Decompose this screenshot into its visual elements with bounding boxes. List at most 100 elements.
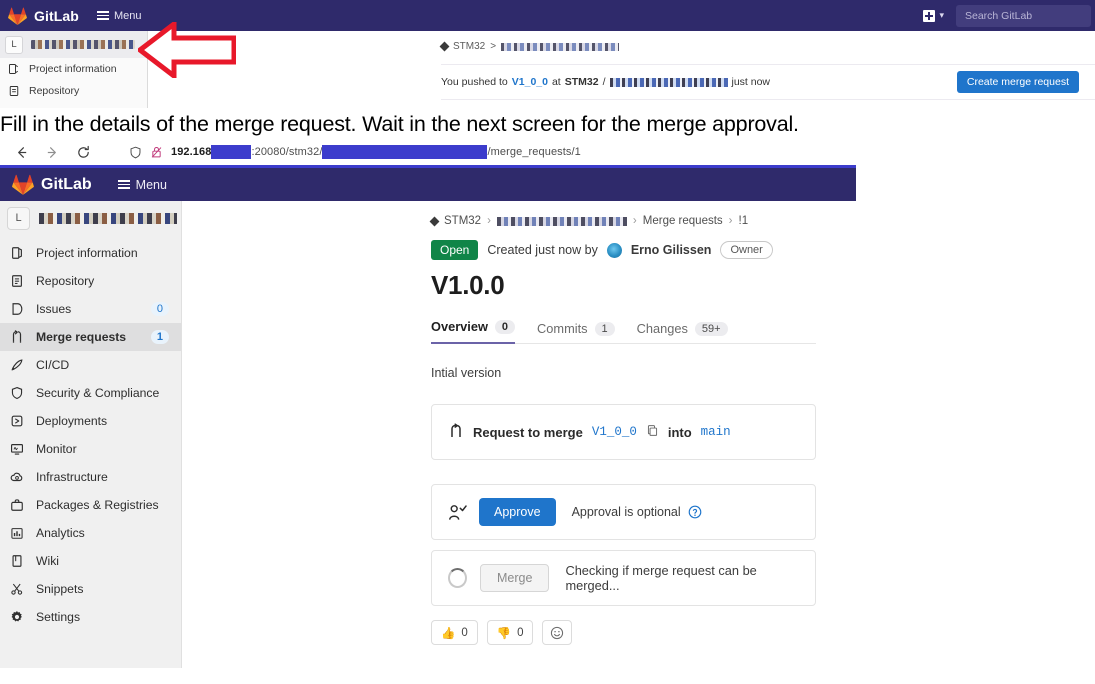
merge-request-content: STM32 › › Merge requests › !1 Open Creat…: [183, 201, 856, 684]
top-sidebar-item-project-information[interactable]: Project information: [0, 58, 147, 80]
thumbs-down-button[interactable]: 👎 0: [486, 620, 534, 645]
back-arrow-icon[interactable]: [14, 145, 29, 160]
author-name[interactable]: Erno Gilissen: [631, 243, 712, 257]
sidebar-item-repository[interactable]: Repository: [0, 267, 181, 295]
gitlab-wordmark: GitLab: [34, 7, 79, 24]
tab-count: 0: [494, 319, 516, 334]
push-at: at: [551, 76, 561, 88]
push-project[interactable]: STM32: [565, 76, 599, 88]
repository-icon: [9, 274, 25, 288]
avatar[interactable]: [606, 242, 622, 258]
gitlab-fox-icon: [12, 174, 34, 195]
project-information-icon: [9, 246, 25, 260]
breadcrumb-section[interactable]: Merge requests: [643, 215, 723, 227]
instruction-caption: Fill in the details of the merge request…: [0, 112, 799, 136]
merge-button[interactable]: Merge: [480, 564, 550, 592]
merge-request-icon: [448, 422, 464, 442]
top-navbar-right: ▾ Search GitLab: [923, 0, 1095, 31]
created-text: Created just now by: [487, 243, 598, 257]
add-reaction-button[interactable]: [542, 620, 573, 645]
source-branch[interactable]: V1_0_0: [592, 425, 637, 439]
reload-icon[interactable]: [76, 145, 91, 160]
breadcrumb-root[interactable]: STM32: [444, 215, 481, 227]
sidebar-item-monitor[interactable]: Monitor: [0, 435, 181, 463]
project-avatar: L: [7, 206, 30, 230]
top-sidebar-item-repository[interactable]: Repository: [0, 80, 147, 102]
gitlab-fox-icon: [8, 7, 27, 25]
top-breadcrumb-separator: >: [490, 41, 497, 52]
sidebar-item-security-compliance[interactable]: Security & Compliance: [0, 379, 181, 407]
project-name-redacted: [31, 40, 135, 49]
loading-spinner-icon: [448, 568, 468, 588]
sidebar-item-analytics[interactable]: Analytics: [0, 519, 181, 547]
gitlab-logo[interactable]: GitLab: [8, 7, 79, 25]
thumbs-down-count: 0: [517, 626, 524, 639]
approve-button[interactable]: Approve: [479, 498, 556, 526]
top-sidebar: L Project information Repository: [0, 31, 148, 108]
thumbs-up-button[interactable]: 👍 0: [431, 620, 478, 645]
screenshot-page: GitLab Menu ▾ Search GitLab L Project in…: [0, 0, 1095, 684]
url-field[interactable]: 192.168 :20080/stm32/ /merge_requests/1: [129, 145, 581, 159]
project-avatar: L: [5, 35, 23, 54]
repository-icon: [9, 86, 19, 96]
status-badge: Open: [431, 240, 479, 260]
sidebar-item-deployments[interactable]: Deployments: [0, 407, 181, 435]
plus-square-icon: [923, 9, 936, 22]
sidebar-item-issues[interactable]: Issues 0: [0, 295, 181, 323]
sidebar-item-label: CI/CD: [36, 358, 70, 372]
question-circle-icon[interactable]: [688, 505, 702, 519]
top-sidebar-label: Project information: [29, 63, 117, 75]
approval-status-text: Approval is optional: [571, 505, 681, 519]
merge-request-description: Intial version: [431, 366, 502, 380]
menu-button[interactable]: Menu: [117, 178, 167, 192]
tab-overview[interactable]: Overview 0: [431, 319, 516, 344]
sidebar-item-wiki[interactable]: Wiki: [0, 547, 181, 575]
sidebar-item-label: Security & Compliance: [36, 386, 160, 400]
breadcrumb: STM32 › › Merge requests › !1: [183, 201, 856, 227]
sidebar-item-settings[interactable]: Settings: [0, 603, 181, 631]
top-menu-button[interactable]: Menu: [96, 10, 141, 22]
approval-panel: Approve Approval is optional: [431, 484, 816, 540]
sidebar-item-label: Monitor: [36, 442, 77, 456]
url-text: 192.168 :20080/stm32/ /merge_requests/1: [171, 145, 581, 159]
sidebar-project-header[interactable]: L: [0, 201, 181, 235]
breadcrumb-redacted: [496, 216, 627, 226]
top-sidebar-label: Repository: [29, 85, 80, 97]
tab-commits[interactable]: Commits 1: [537, 321, 615, 344]
sidebar-item-packages-registries[interactable]: Packages & Registries: [0, 491, 181, 519]
copy-icon[interactable]: [646, 424, 659, 440]
push-prefix: You pushed to: [441, 76, 508, 88]
tab-count: 59+: [694, 321, 728, 336]
target-branch[interactable]: main: [701, 425, 731, 439]
tab-label: Commits: [537, 321, 588, 336]
url-host-redacted: [211, 145, 252, 159]
monitor-icon: [9, 442, 25, 456]
forward-arrow-icon[interactable]: [45, 145, 60, 160]
sidebar-item-project-information[interactable]: Project information: [0, 239, 181, 267]
sidebar-item-snippets[interactable]: Snippets: [0, 575, 181, 603]
push-branch[interactable]: V1_0_0: [512, 76, 548, 88]
top-search-input[interactable]: Search GitLab: [956, 4, 1091, 27]
url-port-path: :20080/stm32/: [251, 146, 323, 158]
new-item-button[interactable]: ▾: [923, 9, 944, 22]
top-breadcrumb-root[interactable]: STM32: [453, 41, 485, 52]
sidebar-item-cicd[interactable]: CI/CD: [0, 351, 181, 379]
tab-label: Overview: [431, 319, 488, 334]
breadcrumb-separator: ›: [487, 215, 491, 227]
gitlab-wordmark: GitLab: [41, 175, 92, 193]
url-path-suffix: /merge_requests/1: [487, 146, 581, 158]
gitlab-logo[interactable]: GitLab: [12, 174, 92, 195]
sidebar-item-merge-requests[interactable]: Merge requests 1: [0, 323, 181, 351]
merge-request-tabs: Overview 0 Commits 1 Changes 59+: [183, 301, 856, 344]
top-sidebar-project[interactable]: L: [0, 31, 147, 58]
thumbs-up-icon: 👍: [441, 627, 456, 640]
create-merge-request-button[interactable]: Create merge request: [956, 71, 1079, 93]
breadcrumb-id[interactable]: !1: [739, 215, 749, 227]
project-sidebar: L Project information Repository Issues …: [0, 201, 182, 668]
request-to-merge-panel: Request to merge V1_0_0 into main: [431, 404, 816, 460]
sidebar-item-infrastructure[interactable]: Infrastructure: [0, 463, 181, 491]
project-information-icon: [9, 64, 19, 74]
tab-changes[interactable]: Changes 59+: [637, 321, 728, 344]
hamburger-icon: [96, 11, 109, 20]
issues-count-badge: 0: [150, 302, 169, 316]
